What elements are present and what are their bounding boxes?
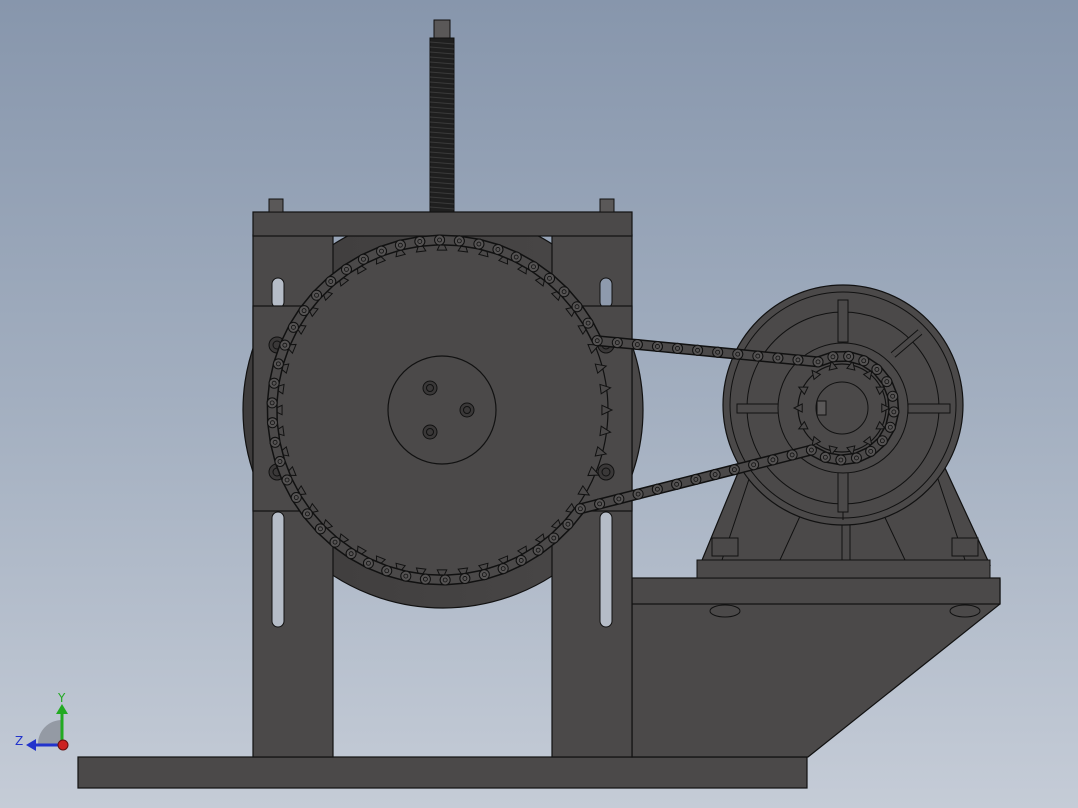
top-bolt-left[interactable] <box>268 198 284 213</box>
motor-bracket[interactable] <box>631 579 1001 758</box>
left-slot-upper <box>271 277 285 309</box>
y-axis-label: Y <box>57 691 66 705</box>
z-axis-label: Z <box>15 734 23 748</box>
right-slot-lower <box>599 511 613 628</box>
cad-model[interactable]: Y Z <box>0 0 1078 808</box>
base-plate[interactable] <box>77 756 808 789</box>
left-slot-lower <box>271 511 285 628</box>
coordinate-triad[interactable]: Y Z <box>15 691 69 751</box>
top-beam[interactable] <box>252 211 633 237</box>
lead-screw[interactable] <box>429 19 455 213</box>
top-bolt-right[interactable] <box>599 198 615 213</box>
shaft-key <box>816 400 827 416</box>
motor-mount-plate[interactable] <box>631 577 1001 605</box>
x-axis-dot <box>57 739 69 751</box>
right-slot-upper <box>599 277 613 309</box>
sprocket-hub[interactable] <box>387 355 497 465</box>
graphics-viewport[interactable]: Y Z <box>0 0 1078 808</box>
